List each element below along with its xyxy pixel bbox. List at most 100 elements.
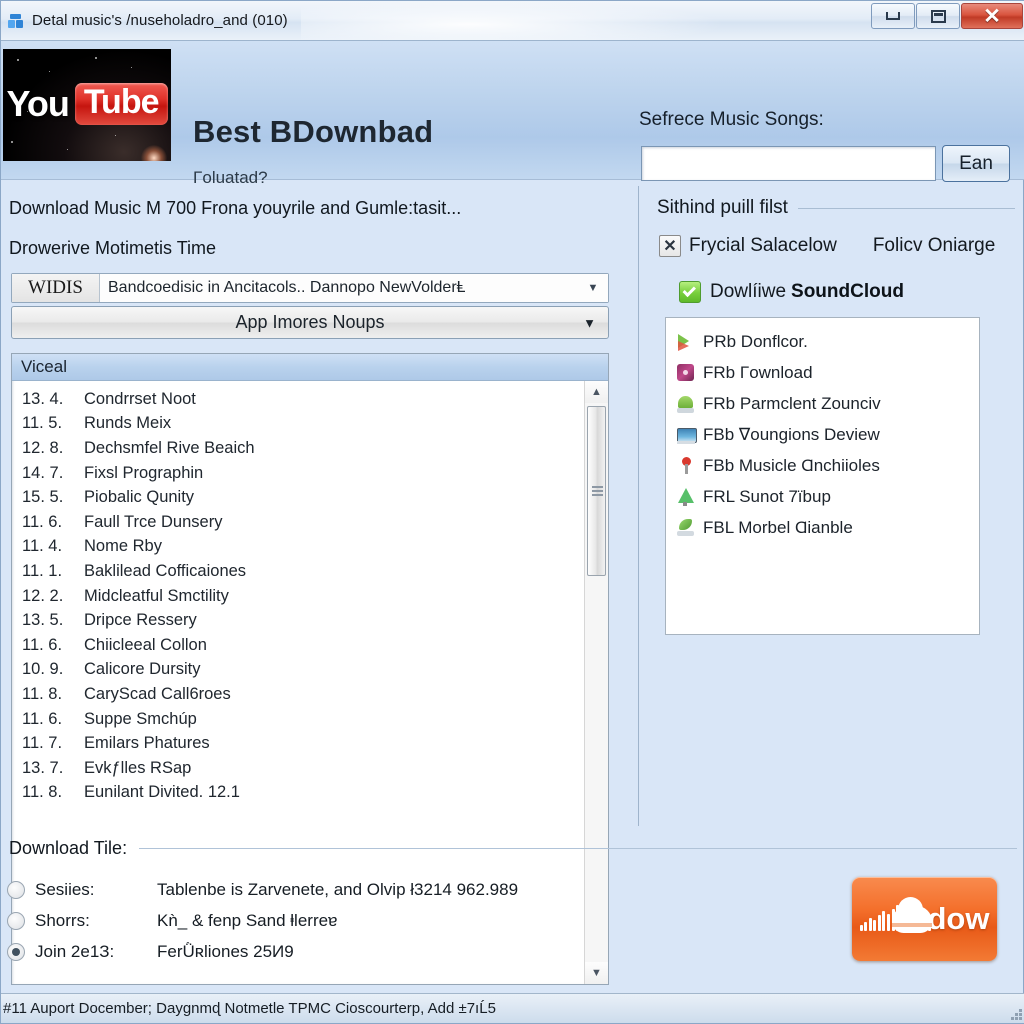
list-item-number: 13. 4. xyxy=(22,389,64,408)
radio-unselected-icon[interactable] xyxy=(7,911,25,930)
list-item-number: 11. 6. xyxy=(22,512,63,531)
list-item-number: 13. 7. xyxy=(22,758,64,777)
left-heading-secondary: Drowerive Motimetis Time xyxy=(9,238,217,258)
list-item-label: Suppe Smchúp xyxy=(84,709,197,728)
soundcloud-icon xyxy=(859,897,932,938)
soundcloud-checkbox-label-bold: SoundCloud xyxy=(791,281,904,302)
list-item[interactable]: 13. 4. Condrrset Noot xyxy=(12,387,608,412)
leaf-icon xyxy=(675,518,697,538)
file-list-item[interactable]: FRb Parmclent Zounciv xyxy=(666,388,979,419)
list-item[interactable]: 11. 6. Faull Trce Dunsery xyxy=(12,510,608,535)
download-section-header: Download Tile: xyxy=(9,838,1017,859)
list-item-number: 12. 2. xyxy=(22,586,64,605)
picture-icon xyxy=(675,425,697,445)
list-item[interactable]: 11. 5. Runds Meix xyxy=(12,412,608,437)
close-button[interactable]: ✕ xyxy=(961,3,1023,29)
folder-combobox[interactable]: WIDIS Bandcoedisic in Ancitacols.. Danno… xyxy=(11,273,609,303)
youtube-wordmark-you: You xyxy=(6,82,69,124)
list-item-number: 10. 9. xyxy=(22,660,64,679)
checkbox-x-icon[interactable]: ✕ xyxy=(659,235,681,257)
list-item-label: Dripce Ressery xyxy=(84,611,197,630)
file-list-item[interactable]: FRb Γownload xyxy=(666,357,979,388)
file-list-item[interactable]: FBb ∇oungions Deview xyxy=(666,419,979,450)
section-rule xyxy=(139,848,1017,849)
checkbox-row-soundcloud[interactable]: Dowlíiwe SoundCloud xyxy=(679,281,904,303)
list-item[interactable]: 11. 6. Chiicleeal Collon xyxy=(12,633,608,658)
close-icon: ✕ xyxy=(983,4,1001,28)
download-option-label: Shorrs: xyxy=(35,910,90,930)
file-list-item[interactable]: FRL Sunot 7ïbup xyxy=(666,481,979,512)
download-option-label: Sesiies: xyxy=(35,879,95,899)
list-item[interactable]: 13. 7. Evkƒlles RЅap xyxy=(12,756,608,781)
list-item[interactable]: 10. 9. Calicore Dursity xyxy=(12,658,608,683)
file-list-item-label: FRL Sunot 7ïbup xyxy=(703,486,831,506)
list-item[interactable]: 11. 4. Nome Rby xyxy=(12,535,608,560)
scrollbar-thumb[interactable] xyxy=(587,406,606,576)
radio-unselected-icon[interactable] xyxy=(7,880,25,899)
search-button[interactable]: Ean xyxy=(942,145,1010,182)
radio-selected-icon[interactable] xyxy=(7,942,25,961)
listbox-column-header: Viceal xyxy=(12,354,608,381)
pin-icon xyxy=(675,456,697,476)
file-list-item[interactable]: FBb Musicle Ɑnchiioles xyxy=(666,450,979,481)
window-controls: ✕ xyxy=(870,3,1023,29)
play-icon xyxy=(675,332,697,352)
right-section-title: Sithind puill filst xyxy=(657,197,788,218)
android-icon xyxy=(675,394,697,414)
section-rule xyxy=(797,207,1015,209)
checkbox-checked-icon[interactable] xyxy=(679,281,701,303)
list-item-label: Midcleatful Smctility xyxy=(84,586,229,605)
download-option-value: Tablenbe is Zarvenete, and Olvip ł3214 9… xyxy=(157,879,519,899)
download-option-value: FerǛʀlionеs 25И9 xyxy=(157,941,294,961)
list-item-label: CaryScad Call6roes xyxy=(84,684,231,703)
panel-divider xyxy=(638,186,639,826)
file-listbox[interactable]: PRb Donflcor. FRb Γownload FRb Parmclent Z… xyxy=(665,317,980,635)
application-window: Detal music's /nuseholadro_and (010) ✕ Y… xyxy=(0,0,1024,1024)
download-option-row[interactable]: Sesiies: Tablenbe is Zarvenete, and Olvip… xyxy=(7,874,518,905)
maximize-button[interactable] xyxy=(916,3,960,29)
search-input[interactable] xyxy=(641,146,936,181)
list-item[interactable]: 13. 5. Dripce Ressery xyxy=(12,608,608,633)
page-title: Best BDownbad xyxy=(193,114,434,149)
checkbox-x-label: Frycial Salacelow xyxy=(689,235,837,256)
list-item[interactable]: 11. 1. Baklilead Cofficaiones xyxy=(12,559,608,584)
right-panel: Sithind puill filst ✕ Frycial Salacelow … xyxy=(641,181,1024,826)
list-item[interactable]: 11. 8. CaryScad Call6roes xyxy=(12,682,608,707)
checkbox-row-select[interactable]: ✕ Frycial Salacelow Folicv Oniarge xyxy=(659,235,995,257)
group-combobox[interactable]: App Imores Noups ▼ xyxy=(11,306,609,339)
resize-grip-icon[interactable] xyxy=(1008,1006,1022,1020)
status-bar: #11 Auport Docember; Dayɡnmɖ Notmetle TP… xyxy=(1,993,1024,1023)
file-list-item[interactable]: FBL Morbel Ɑianble xyxy=(666,512,979,543)
list-item-label: Baklilead Cofficaiones xyxy=(84,561,247,580)
list-item-number: 11. 5. xyxy=(22,414,63,433)
scroll-up-icon[interactable]: ▲ xyxy=(585,381,608,403)
search-label: Sefrece Music Songs: xyxy=(639,109,824,130)
file-list-item-label: FBb ∇oungions Deview xyxy=(703,424,880,444)
soundcloud-checkbox-label: Dowlíiwe xyxy=(710,281,787,302)
list-item-label: Dechsmfel Rive Beaich xyxy=(84,438,255,457)
title-bar: Detal music's /nuseholadro_and (010) ✕ xyxy=(1,1,1024,41)
listbox-items: 13. 4. Condrrset Noot 11. 5. Runds Meix 12. … xyxy=(12,381,608,805)
download-option-value: Kǹ_ & fenp Sand ⱡlerreɐ xyxy=(157,910,338,930)
soundcloud-download-button[interactable]: dow xyxy=(852,877,997,961)
list-item[interactable]: 15. 5. Piobalic Qunity xyxy=(12,485,608,510)
list-item[interactable]: 12. 8. Dechsmfel Rive Beaich xyxy=(12,436,608,461)
list-item[interactable]: 11. 6. Suppe Smchúp xyxy=(12,707,608,732)
list-item[interactable]: 11. 7. Emilars Phatures xyxy=(12,731,608,756)
minimize-button[interactable] xyxy=(871,3,915,29)
download-option-row[interactable]: Join 2е1З: FerǛʀlionеs 25И9 xyxy=(7,936,518,967)
soundcloud-button-label: dow xyxy=(927,901,990,936)
chevron-down-icon[interactable]: ▼ xyxy=(583,315,596,330)
file-list-item[interactable]: PRb Donflcor. xyxy=(666,326,979,357)
disc-icon xyxy=(675,363,697,383)
chevron-down-icon[interactable]: ▼ xyxy=(578,274,608,302)
right-section-header: Sithind puill filst xyxy=(657,197,1015,219)
list-item-label: Eunilant Divited. 12.1 xyxy=(84,783,240,802)
list-item[interactable]: 12. 2. Midcleatful Smctility xyxy=(12,584,608,609)
list-item[interactable]: 11. 8. Eunilant Divited. 12.1 xyxy=(12,781,608,806)
list-item[interactable]: 14. 7. Fixsl Prographin xyxy=(12,461,608,486)
scrollbar-grip-icon xyxy=(592,484,603,498)
list-item-label: Fixsl Prographin xyxy=(84,463,204,482)
list-item-label: Evkƒlles RЅap xyxy=(84,758,192,777)
download-option-row[interactable]: Shorrs: Kǹ_ & fenp Sand ⱡlerreɐ xyxy=(7,905,518,936)
